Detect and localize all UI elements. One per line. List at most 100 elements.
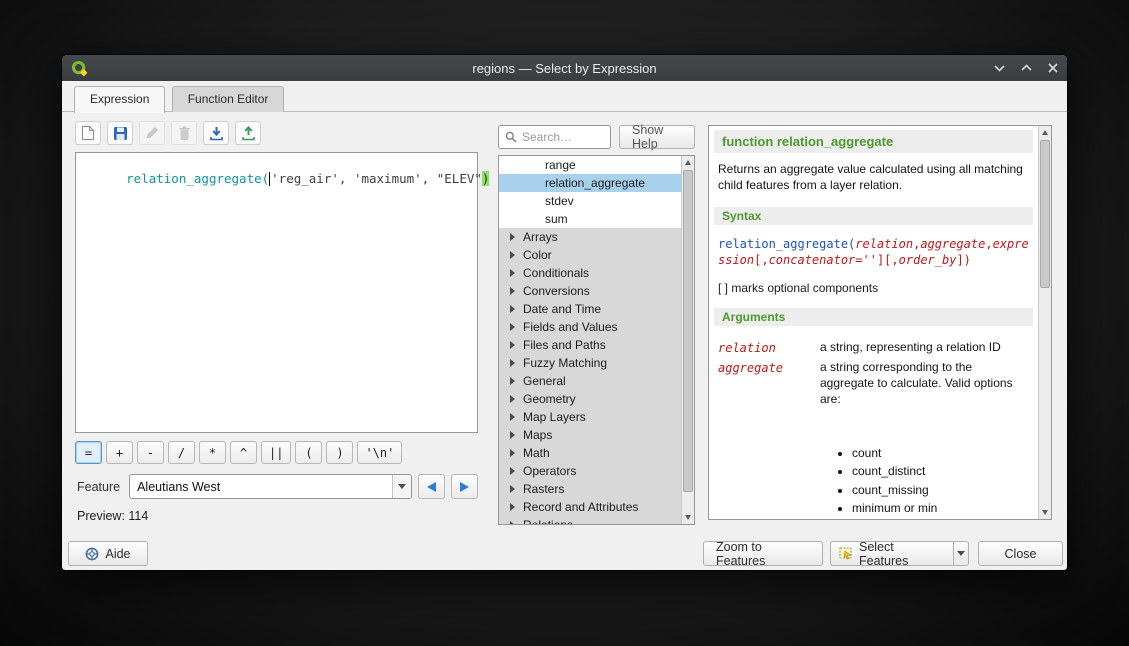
operator-plus-button[interactable]: +: [106, 441, 133, 464]
scroll-up-button[interactable]: [1039, 126, 1051, 139]
function-group-geometry[interactable]: Geometry: [499, 390, 681, 408]
select-features-button[interactable]: Select Features: [830, 541, 969, 566]
next-feature-button[interactable]: [451, 474, 478, 499]
window-controls: [994, 63, 1058, 73]
syntax-code: relation_aggregate(relation,aggregate,ex…: [718, 236, 1029, 268]
argument-description: a string, representing a relation ID: [820, 340, 1029, 356]
operator-concat-button[interactable]: ||: [261, 441, 291, 464]
select-by-expression-dialog: regions — Select by Expression Expressio…: [62, 55, 1067, 570]
select-features-dropdown-arrow[interactable]: [953, 542, 968, 565]
close-button[interactable]: Close: [978, 541, 1063, 566]
operator-equals-button[interactable]: =: [75, 441, 102, 464]
help-description: Returns an aggregate value calculated us…: [718, 162, 1029, 194]
function-item-relation-aggregate[interactable]: relation_aggregate: [499, 174, 681, 192]
function-item-sum[interactable]: sum: [499, 210, 681, 228]
triangle-up-icon: [1042, 130, 1048, 135]
operator-power-button[interactable]: ^: [230, 441, 257, 464]
function-group-date-and-time[interactable]: Date and Time: [499, 300, 681, 318]
aggregate-options-list: count count_distinct count_missing minim…: [852, 445, 1029, 519]
qgis-logo-icon: [71, 60, 88, 77]
import-expressions-button[interactable]: [203, 121, 229, 145]
save-expression-button[interactable]: [107, 121, 133, 145]
help-button[interactable]: Aide: [68, 541, 148, 566]
scrollbar-thumb[interactable]: [1040, 140, 1050, 288]
function-tree: range relation_aggregate stdev sum Array…: [498, 155, 695, 525]
arguments-table: relation a string, representing a relati…: [718, 340, 1029, 519]
expand-icon: [510, 431, 515, 439]
feature-combobox-input[interactable]: [130, 480, 392, 494]
aggregate-option: count_distinct: [852, 463, 1029, 479]
function-tree-rows: range relation_aggregate stdev sum Array…: [499, 156, 681, 525]
show-help-button[interactable]: Show Help: [619, 125, 695, 149]
delete-expression-button[interactable]: [171, 121, 197, 145]
close-window-button[interactable]: [1048, 63, 1058, 73]
expand-icon: [510, 233, 515, 241]
operator-divide-button[interactable]: /: [168, 441, 195, 464]
expand-icon: [510, 287, 515, 295]
expand-icon: [510, 341, 515, 349]
function-group-conditionals[interactable]: Conditionals: [499, 264, 681, 282]
new-expression-button[interactable]: [75, 121, 101, 145]
syntax-header: Syntax: [714, 207, 1033, 225]
function-group-rasters[interactable]: Rasters: [499, 480, 681, 498]
function-group-fields-and-values[interactable]: Fields and Values: [499, 318, 681, 336]
function-group-conversions[interactable]: Conversions: [499, 282, 681, 300]
feature-combobox-arrow[interactable]: [392, 475, 411, 498]
function-group-files-and-paths[interactable]: Files and Paths: [499, 336, 681, 354]
tab-function-editor[interactable]: Function Editor: [172, 86, 285, 112]
operator-open-paren-button[interactable]: (: [295, 441, 322, 464]
function-group-relations[interactable]: Relations: [499, 516, 681, 525]
shade-window-button[interactable]: [994, 63, 1005, 73]
edit-expression-button[interactable]: [139, 121, 165, 145]
scroll-down-button[interactable]: [1039, 506, 1051, 519]
chevron-down-icon: [398, 484, 406, 489]
select-features-main[interactable]: Select Features: [831, 542, 947, 565]
function-item-stdev[interactable]: stdev: [499, 192, 681, 210]
function-search-box[interactable]: [498, 125, 611, 149]
function-group-math[interactable]: Math: [499, 444, 681, 462]
function-group-record-and-attributes[interactable]: Record and Attributes: [499, 498, 681, 516]
expand-icon: [510, 395, 515, 403]
function-group-color[interactable]: Color: [499, 246, 681, 264]
tab-bar: Expression Function Editor: [62, 81, 1067, 112]
function-item-range[interactable]: range: [499, 156, 681, 174]
triangle-down-icon: [685, 515, 691, 520]
chevron-down-icon: [957, 551, 965, 556]
titlebar[interactable]: regions — Select by Expression: [62, 55, 1067, 81]
expand-icon: [510, 413, 515, 421]
function-group-maps[interactable]: Maps: [499, 426, 681, 444]
search-icon: [505, 131, 517, 143]
zoom-to-features-button[interactable]: Zoom to Features: [703, 541, 823, 566]
expand-icon: [510, 323, 515, 331]
expand-icon: [510, 377, 515, 385]
function-group-operators[interactable]: Operators: [499, 462, 681, 480]
function-group-general[interactable]: General: [499, 372, 681, 390]
function-search-input[interactable]: [522, 130, 604, 144]
expression-code-editor[interactable]: relation_aggregate('reg_air', 'maximum',…: [75, 152, 478, 433]
scroll-down-button[interactable]: [682, 511, 694, 524]
text-cursor: [269, 172, 270, 186]
operator-multiply-button[interactable]: *: [199, 441, 226, 464]
expand-icon: [510, 305, 515, 313]
feature-row: Feature: [77, 474, 478, 499]
operator-minus-button[interactable]: -: [137, 441, 164, 464]
function-group-arrays[interactable]: Arrays: [499, 228, 681, 246]
preview-value: Preview: 114: [77, 509, 148, 523]
scroll-up-button[interactable]: [682, 156, 694, 169]
function-group-fuzzy-matching[interactable]: Fuzzy Matching: [499, 354, 681, 372]
feature-combobox[interactable]: [129, 474, 412, 499]
aggregate-option: count_missing: [852, 482, 1029, 498]
expand-icon: [510, 359, 515, 367]
operator-close-paren-button[interactable]: ): [326, 441, 353, 464]
expand-icon: [510, 485, 515, 493]
help-wheel-icon: [85, 547, 99, 561]
tab-expression[interactable]: Expression: [74, 86, 165, 113]
function-group-map-layers[interactable]: Map Layers: [499, 408, 681, 426]
maximize-window-button[interactable]: [1021, 63, 1032, 73]
desktop-backdrop: regions — Select by Expression Expressio…: [0, 0, 1129, 646]
previous-feature-button[interactable]: [418, 474, 445, 499]
export-expressions-button[interactable]: [235, 121, 261, 145]
argument-name: relation: [718, 340, 820, 356]
scrollbar-thumb[interactable]: [683, 170, 693, 492]
operator-newline-button[interactable]: '\n': [357, 441, 402, 464]
